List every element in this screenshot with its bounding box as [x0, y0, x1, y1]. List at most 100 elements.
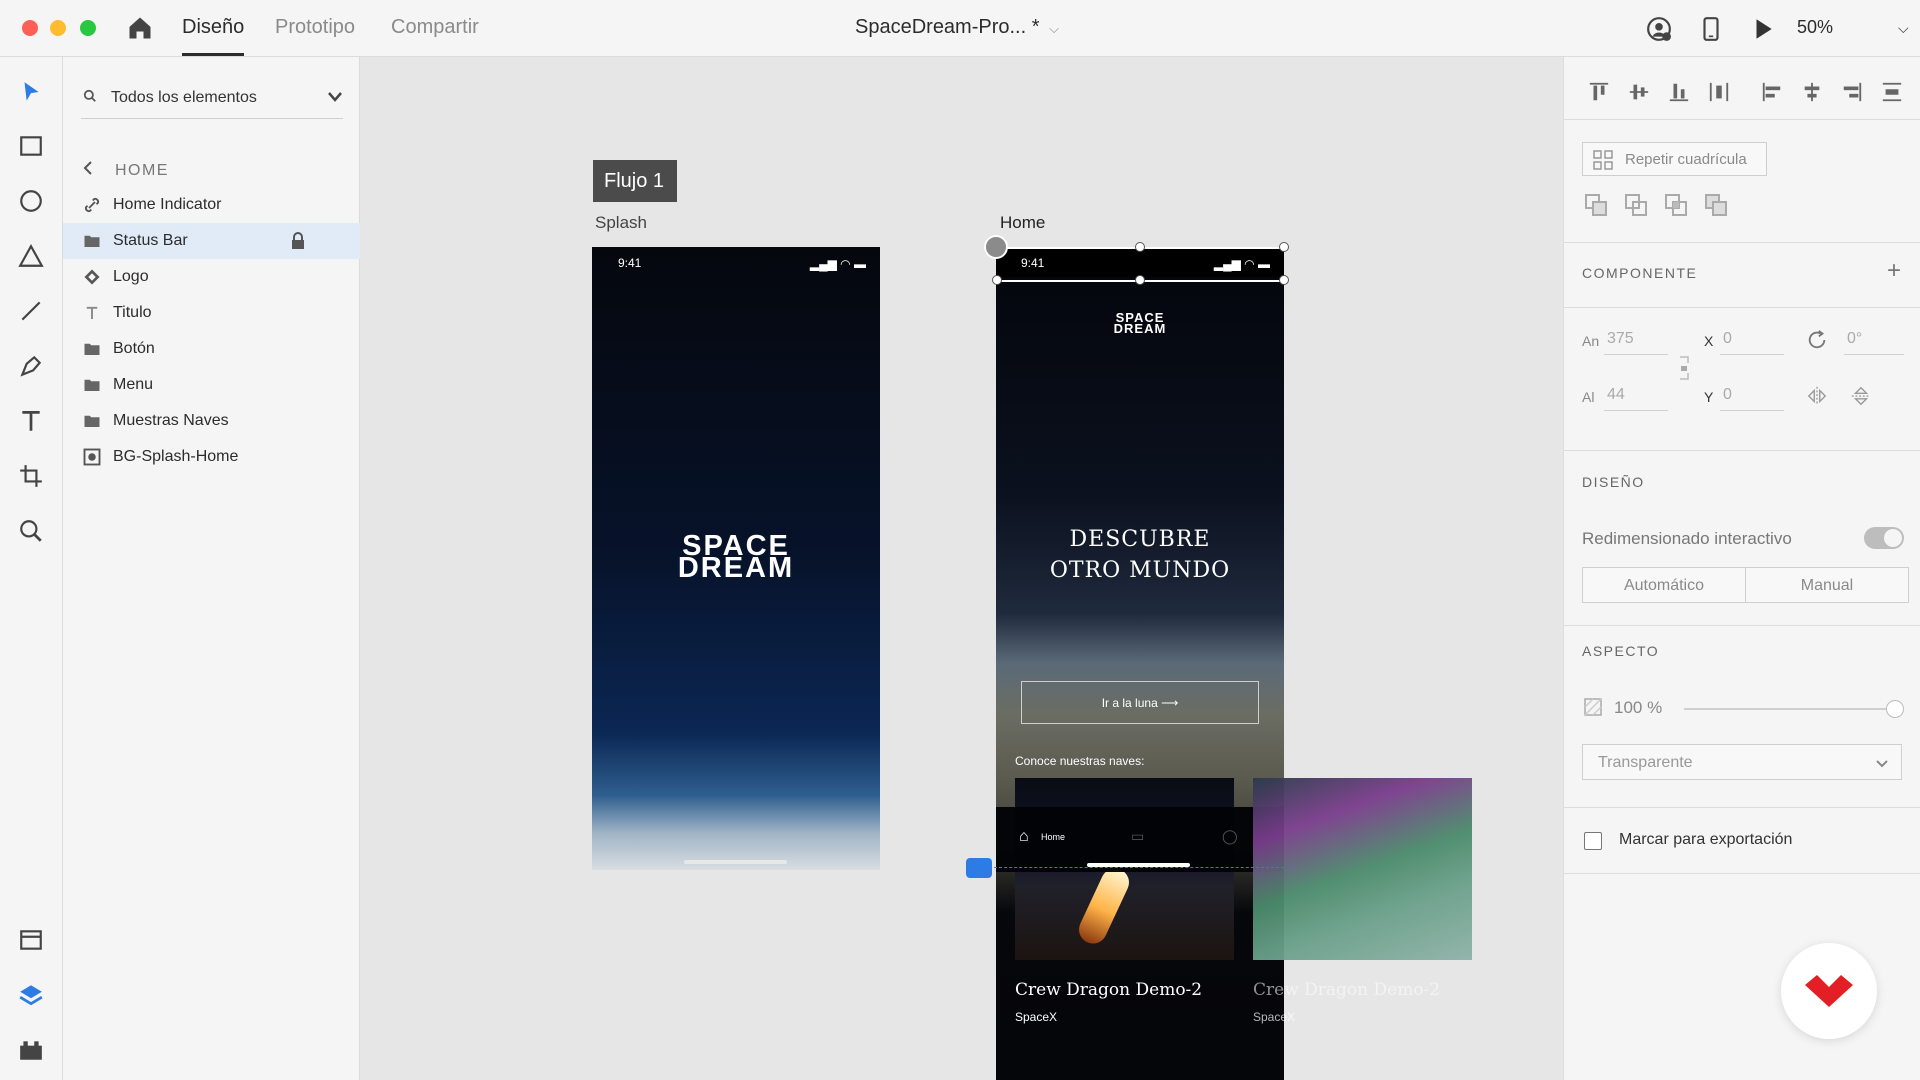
polygon-tool-icon[interactable]	[18, 243, 44, 269]
layer-filter-dropdown[interactable]: Todos los elementos	[81, 77, 343, 119]
flip-vertical-icon[interactable]	[1850, 385, 1872, 407]
ship-card-image	[1253, 778, 1472, 960]
artboard-home[interactable]: 9:41 ▂▄▆ ◠ ▬ SPACE DREAM DESCUBRE OTRO M…	[996, 247, 1284, 1080]
export-label: Marcar para exportación	[1619, 831, 1793, 848]
align-center-icon[interactable]	[1801, 81, 1823, 103]
cta-button[interactable]: Ir a la luna ⟶	[1021, 681, 1259, 724]
scroll-guide	[994, 867, 1284, 868]
x-label: X	[1704, 333, 1714, 349]
close-window-button[interactable]	[22, 20, 38, 36]
blend-mode-select[interactable]: Transparente	[1582, 744, 1902, 780]
rotate-icon[interactable]	[1806, 329, 1828, 351]
layer-item[interactable]: Botón	[63, 331, 360, 367]
boolean-intersect-icon[interactable]	[1664, 193, 1688, 217]
fixed-position-handle[interactable]	[966, 858, 992, 878]
resize-handle[interactable]	[992, 275, 1002, 285]
x-field[interactable]: 0	[1720, 327, 1784, 355]
boolean-add-icon[interactable]	[1584, 193, 1608, 217]
tab-prototype[interactable]: Prototipo	[275, 16, 355, 56]
align-top-icon[interactable]	[1588, 81, 1610, 103]
width-field[interactable]: 375	[1604, 327, 1668, 355]
resize-handle[interactable]	[1279, 242, 1289, 252]
zoom-window-button[interactable]	[80, 20, 96, 36]
layer-item[interactable]: Status Bar	[63, 223, 360, 259]
responsive-resize-toggle[interactable]	[1864, 527, 1904, 549]
layer-item[interactable]: Home Indicator	[63, 187, 360, 223]
line-tool-icon[interactable]	[18, 298, 44, 324]
opacity-slider-thumb[interactable]	[1886, 700, 1904, 718]
y-field[interactable]: 0	[1720, 383, 1784, 411]
width-label: An	[1582, 333, 1600, 349]
layer-item[interactable]: Muestras Naves	[63, 403, 360, 439]
lock-icon[interactable]	[290, 232, 306, 250]
document-title[interactable]: SpaceDream-Pro... * ⌵	[855, 16, 1059, 39]
design-canvas[interactable]: Flujo 1 Splash 9:41 ▂▄▆ ◠ ▬ SPACE DREAM …	[360, 57, 1563, 1080]
align-right-icon[interactable]	[1841, 81, 1863, 103]
select-tool-icon[interactable]	[18, 79, 44, 105]
align-middle-icon[interactable]	[1628, 81, 1650, 103]
resize-auto-button[interactable]: Automático	[1582, 567, 1746, 603]
brand-logo-icon	[1805, 975, 1853, 1007]
layer-breadcrumb-back[interactable]: HOME	[83, 161, 169, 180]
lock-icon[interactable]	[984, 235, 1008, 259]
hero-line: DESCUBRE	[1069, 527, 1211, 552]
opacity-slider-track[interactable]	[1684, 708, 1894, 710]
lock-aspect-icon[interactable]	[1678, 355, 1690, 381]
home-icon[interactable]	[126, 14, 154, 42]
status-signal-icon: ▂▄▆ ◠ ▬	[1213, 257, 1270, 271]
flip-horizontal-icon[interactable]	[1806, 385, 1828, 407]
rotation-field[interactable]: 0°	[1844, 327, 1904, 355]
resize-manual-button[interactable]: Manual	[1745, 567, 1909, 603]
boolean-subtract-icon[interactable]	[1624, 193, 1648, 217]
repeat-grid-button[interactable]: Repetir cuadrícula	[1582, 142, 1767, 176]
layer-item[interactable]: BG-Splash-Home	[63, 439, 360, 475]
blend-mode-value: Transparente	[1598, 754, 1693, 771]
tab-design[interactable]: Diseño	[182, 16, 245, 56]
minimize-window-button[interactable]	[50, 20, 66, 36]
export-checkbox[interactable]	[1584, 832, 1602, 850]
folder-icon	[84, 343, 100, 355]
device-preview-icon[interactable]	[1698, 16, 1724, 42]
layer-item-label: Status Bar	[113, 232, 188, 249]
play-icon[interactable]	[1750, 16, 1776, 42]
artboard-splash[interactable]: 9:41 ▂▄▆ ◠ ▬ SPACE DREAM	[592, 247, 880, 870]
plugins-panel-icon[interactable]	[18, 1037, 44, 1063]
status-time: 9:41	[618, 256, 642, 270]
resize-handle[interactable]	[1279, 275, 1289, 285]
rectangle-tool-icon[interactable]	[18, 133, 44, 159]
align-bottom-icon[interactable]	[1668, 81, 1690, 103]
layer-item[interactable]: Titulo	[63, 295, 360, 331]
folder-icon	[84, 379, 100, 391]
flow-tag[interactable]: Flujo 1	[593, 160, 677, 202]
divider	[1564, 450, 1920, 451]
opacity-value[interactable]: 100 %	[1614, 698, 1662, 718]
distribute-vertical-icon[interactable]	[1881, 81, 1903, 103]
zoom-level[interactable]: 50% ⌵	[1797, 17, 1909, 38]
add-component-icon[interactable]: +	[1887, 257, 1901, 285]
layer-item[interactable]: Logo	[63, 259, 360, 295]
resize-handle[interactable]	[1135, 275, 1145, 285]
layers-panel-icon[interactable]	[18, 982, 44, 1008]
search-icon	[83, 89, 96, 102]
tab-share[interactable]: Compartir	[391, 16, 479, 56]
zoom-tool-icon[interactable]	[18, 518, 44, 544]
artboard-tool-icon[interactable]	[18, 463, 44, 489]
resize-handle[interactable]	[1135, 242, 1145, 252]
text-tool-icon[interactable]	[18, 408, 44, 434]
invite-user-icon[interactable]	[1646, 16, 1672, 42]
height-field[interactable]: 44	[1604, 383, 1668, 411]
artboard-label-home[interactable]: Home	[1000, 213, 1045, 233]
adobe-xd-window: Diseño Prototipo Compartir SpaceDream-Pr…	[0, 0, 1920, 1080]
artboard-label-splash[interactable]: Splash	[595, 213, 647, 233]
ellipse-tool-icon[interactable]	[18, 188, 44, 214]
layer-item-label: Menu	[113, 376, 154, 393]
boolean-exclude-icon[interactable]	[1704, 193, 1728, 217]
layer-item[interactable]: Menu	[63, 367, 360, 403]
assets-panel-icon[interactable]	[18, 927, 44, 953]
x-value: 0	[1723, 330, 1732, 347]
pen-tool-icon[interactable]	[18, 353, 44, 379]
distribute-horizontal-icon[interactable]	[1708, 81, 1730, 103]
width-value: 375	[1607, 330, 1634, 347]
height-label: Al	[1582, 389, 1595, 405]
align-left-icon[interactable]	[1761, 81, 1783, 103]
